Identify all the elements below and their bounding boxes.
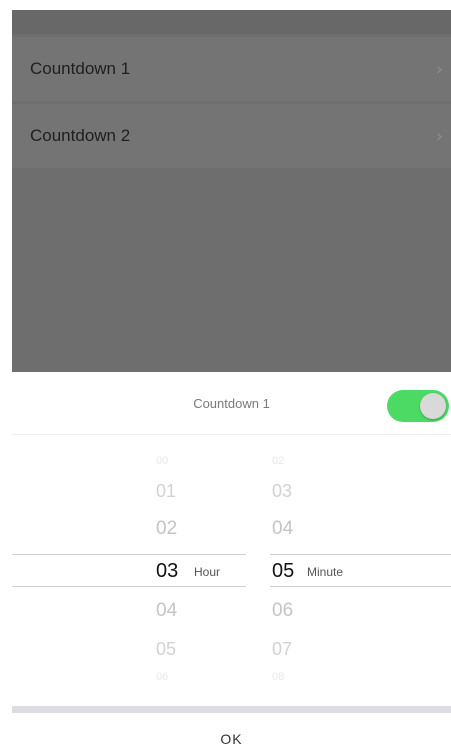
countdown-screen: Countdown 1 › Countdown 2 › Countdown 1 … [0,0,451,755]
sheet-header: Countdown 1 [12,372,451,435]
minute-value: 03 [272,481,293,501]
hour-option[interactable]: 02 [12,514,246,544]
selection-line-top [12,554,246,555]
hour-picker[interactable]: 00 01 02 03 Hour 04 05 06 [12,444,246,692]
selection-line-top [270,554,451,555]
chevron-right-icon: › [435,125,443,147]
minute-selected-value: 05 [272,560,295,582]
hour-value: 04 [156,600,178,621]
top-bar [12,10,451,34]
hour-value: 06 [156,671,169,683]
minute-option-selected[interactable]: 05 Minute [270,556,451,586]
list-item-countdown-1[interactable]: Countdown 1 › [12,37,451,101]
hour-option[interactable]: 05 [12,634,246,664]
minute-option[interactable]: 04 [270,514,451,544]
hour-option[interactable]: 04 [12,596,246,626]
hour-option[interactable]: 06 [12,662,246,692]
list-item-countdown-2[interactable]: Countdown 2 › [12,104,451,168]
list-item-label: Countdown 1 [30,59,131,78]
hour-unit-label: Hour [194,565,221,579]
chevron-right-icon: › [435,58,443,80]
minute-option[interactable]: 03 [270,476,451,506]
minute-option[interactable]: 02 [270,446,451,476]
list-item-label: Countdown 2 [30,126,131,145]
hour-option[interactable]: 00 [12,446,246,476]
minute-picker[interactable]: 02 03 04 05 Minute 06 07 08 [270,444,451,692]
minute-value: 08 [272,671,285,683]
hour-value: 00 [156,455,169,467]
sheet-title: Countdown 1 [193,396,270,411]
minute-option[interactable]: 06 [270,596,451,626]
dimmed-overlay[interactable]: Countdown 1 › Countdown 2 › [12,10,451,372]
countdown-bottom-sheet: Countdown 1 00 01 02 03 Hour 04 05 06 02… [0,372,451,755]
minute-value: 07 [272,639,293,659]
minute-option[interactable]: 08 [270,662,451,692]
hour-value: 01 [156,481,177,501]
minute-value: 04 [272,518,294,539]
ok-button[interactable]: OK [12,724,451,754]
minute-unit-label: Minute [307,565,344,579]
selection-line-bottom [270,586,451,587]
sheet-divider [12,706,451,713]
hour-option[interactable]: 01 [12,476,246,506]
countdown-enable-toggle[interactable] [387,390,449,422]
minute-value: 02 [272,455,285,467]
hour-value: 05 [156,639,177,659]
hour-selected-value: 03 [156,560,179,582]
toggle-knob [420,393,446,419]
minute-value: 06 [272,600,294,621]
hour-option-selected[interactable]: 03 Hour [12,556,246,586]
minute-option[interactable]: 07 [270,634,451,664]
hour-value: 02 [156,518,178,539]
